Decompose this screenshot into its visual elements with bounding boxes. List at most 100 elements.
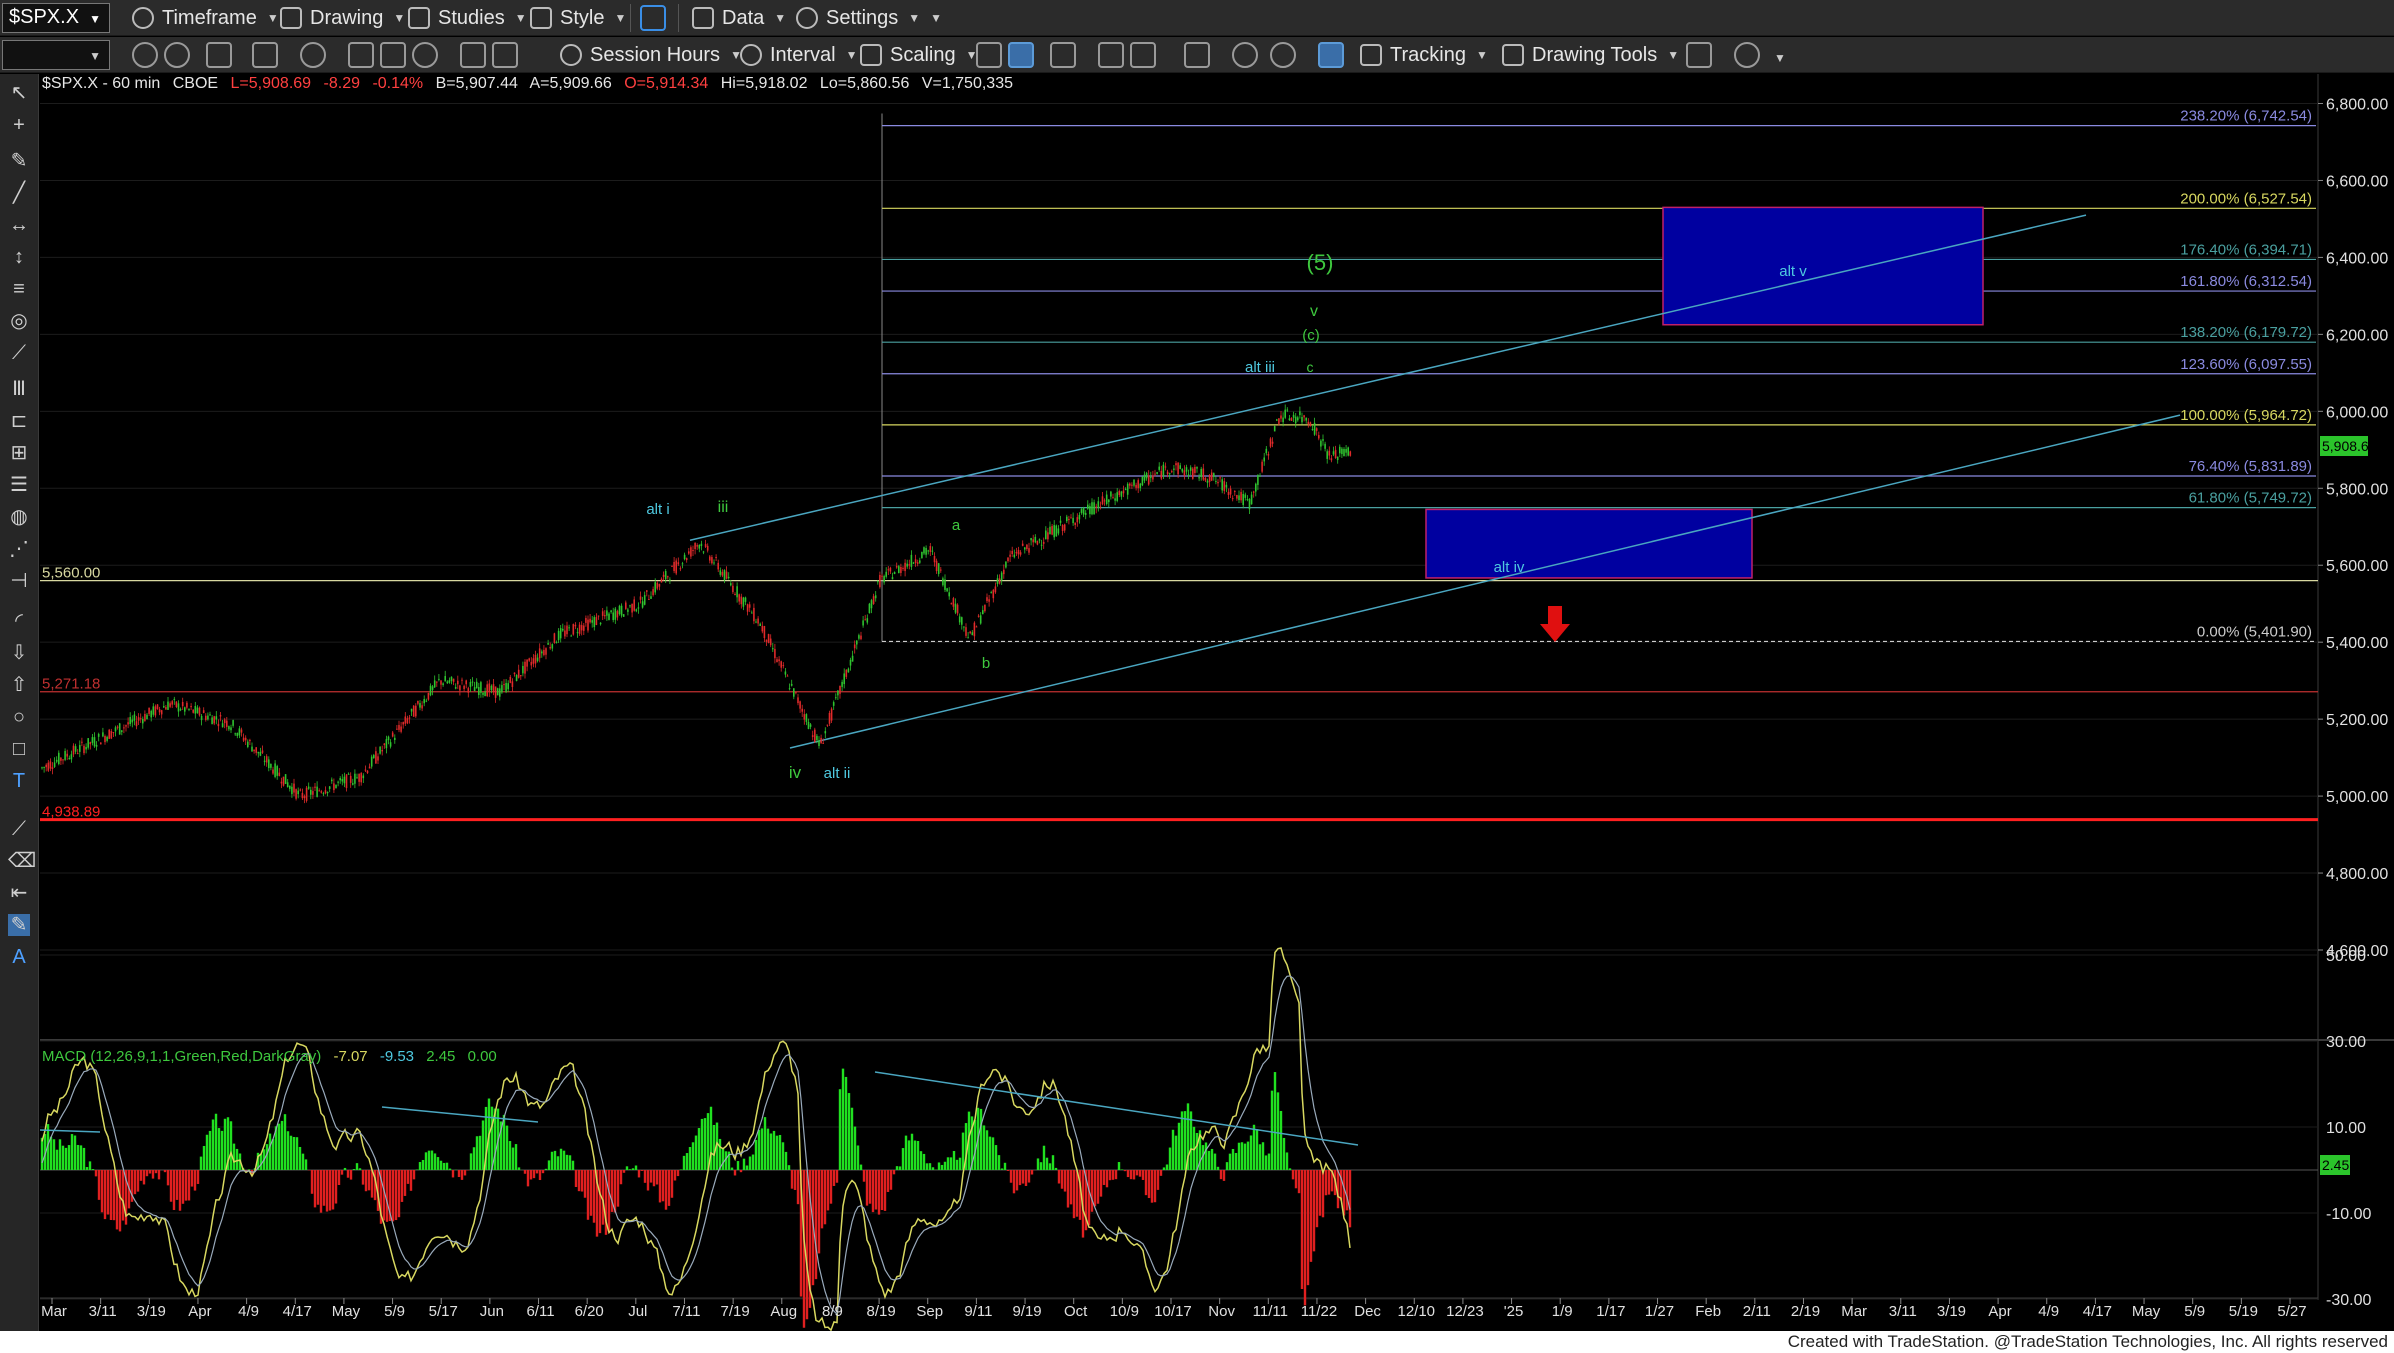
candle-body — [692, 550, 694, 552]
macd-histogram-bar — [562, 1150, 566, 1170]
candle-body — [1080, 509, 1083, 513]
date-tick-label: Jun — [480, 1303, 504, 1320]
macd-histogram-bar — [331, 1170, 335, 1210]
macd-histogram-bar — [205, 1134, 209, 1170]
candle-body — [841, 681, 843, 687]
date-tick-label: 11/11 — [1253, 1303, 1288, 1320]
candle-body — [1103, 500, 1106, 502]
macd-histogram-bar — [748, 1156, 752, 1170]
candle-body — [637, 607, 640, 609]
candle-body — [786, 675, 789, 677]
candle-body — [156, 704, 159, 709]
macd-histogram-bar — [313, 1170, 317, 1208]
candle-body — [608, 613, 610, 620]
macd-histogram-bar — [1120, 1169, 1124, 1170]
macd-tick-label: -10.00 — [2326, 1206, 2371, 1223]
candle-body — [326, 791, 329, 794]
candle-body — [1110, 491, 1112, 497]
macd-histogram-bar — [1249, 1135, 1253, 1170]
macd-histogram-bar — [814, 1170, 818, 1280]
macd-histogram-bar — [1129, 1170, 1133, 1180]
candle-body — [547, 643, 549, 645]
candle-body — [167, 701, 169, 710]
date-axis: Mar 3/11 3/19 Apr 4/9 4/17 May 5/9 5/17 Jun 6/11 6/… — [41, 1298, 2307, 1320]
candle-body — [49, 761, 52, 769]
candle-body — [761, 625, 764, 632]
candle-body — [1179, 465, 1181, 469]
macd-histogram-bar — [1147, 1170, 1151, 1199]
macd-histogram-bar — [100, 1170, 104, 1213]
candle-body — [366, 770, 369, 774]
candle-body — [360, 773, 362, 783]
candle-body — [1053, 525, 1055, 538]
candle-body — [144, 713, 146, 721]
candle-body — [830, 708, 833, 721]
macd-histogram-bar — [1093, 1170, 1097, 1207]
candle-body — [223, 719, 226, 724]
macd-histogram-bar — [1000, 1168, 1004, 1170]
candle-body — [1248, 499, 1251, 510]
candle-body — [1236, 494, 1238, 499]
macd-histogram-bar — [1225, 1162, 1229, 1170]
candle-body — [1336, 456, 1339, 461]
candle-body — [1217, 482, 1219, 484]
candle-body — [423, 699, 425, 704]
candle-body — [383, 743, 386, 745]
candle-body — [1240, 492, 1242, 501]
candle-body — [236, 732, 239, 736]
price-chart[interactable]: $SPX.X - 60 min CBOE L=5,908.69 -8.29 -0… — [0, 0, 2394, 1353]
macd-histogram-bar — [187, 1170, 191, 1201]
candle-body — [1066, 516, 1068, 522]
candle-body — [377, 756, 379, 761]
candle-body — [738, 594, 740, 602]
macd-histogram-bar — [580, 1170, 584, 1192]
candle-body — [929, 546, 932, 552]
candle-body — [385, 739, 388, 749]
candle-body — [916, 562, 919, 564]
candle-body — [410, 708, 413, 712]
candle-body — [977, 615, 980, 617]
candle-body — [297, 790, 299, 795]
candle-body — [1049, 526, 1051, 535]
candle-body — [910, 554, 913, 567]
candle-body — [654, 582, 656, 593]
macd-histogram-bar — [679, 1169, 683, 1170]
macd-histogram-bar — [358, 1168, 362, 1170]
candle-body — [490, 685, 493, 691]
candle-body — [1185, 467, 1188, 472]
candle-body — [994, 586, 997, 593]
macd-histogram-bar — [109, 1170, 113, 1220]
candle-body — [1196, 467, 1198, 469]
macd-histogram-bar — [946, 1157, 950, 1170]
candle-body — [526, 659, 528, 667]
macd-histogram-bar — [142, 1170, 146, 1185]
candle-body — [354, 773, 356, 784]
candle-body — [154, 706, 157, 716]
macd-histogram-bar — [1174, 1135, 1178, 1170]
candle-body — [310, 789, 312, 795]
macd-histogram-bar — [133, 1170, 137, 1195]
candle-body — [536, 657, 539, 662]
candle-body — [1135, 484, 1137, 488]
candle-body — [765, 639, 768, 642]
header-symbol: $SPX.X - 60 min — [42, 75, 160, 92]
candle-body — [578, 624, 581, 634]
candle-body — [885, 571, 887, 577]
candle-body — [725, 571, 728, 579]
wave-label: iii — [718, 499, 729, 516]
candle-body — [580, 625, 583, 631]
candle-body — [1141, 476, 1144, 486]
macd-histogram-bar — [532, 1170, 536, 1179]
candle-body — [721, 571, 724, 576]
candle-body — [129, 716, 131, 725]
macd-histogram-bar — [856, 1145, 860, 1170]
fib-level-label: 238.20% (6,742.54) — [2180, 108, 2312, 125]
candle-body — [444, 676, 446, 682]
candle-body — [347, 773, 350, 775]
candle-body — [1011, 550, 1013, 554]
candle-body — [511, 681, 514, 688]
date-tick-label: 8/9 — [822, 1303, 843, 1320]
wave-label: alt iii — [1245, 359, 1275, 376]
candle-body — [914, 559, 917, 564]
candle-body — [513, 672, 516, 675]
